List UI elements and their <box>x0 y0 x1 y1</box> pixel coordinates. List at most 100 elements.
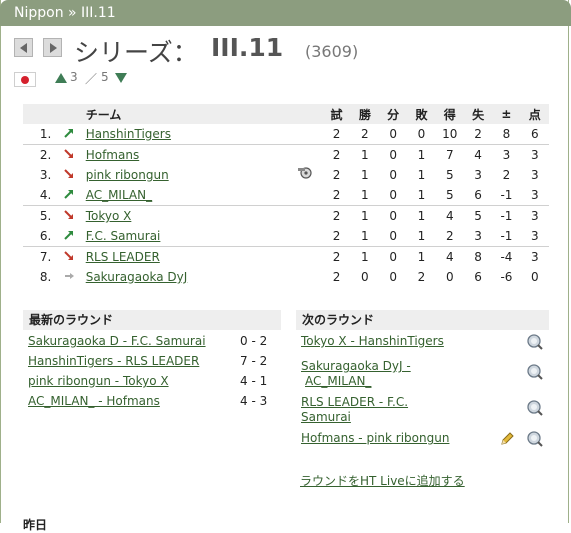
team-cell: pink ribongun <box>86 165 288 185</box>
next-button[interactable] <box>43 38 62 57</box>
position-cell: 8. <box>39 270 52 284</box>
icon-cell <box>288 267 322 287</box>
next-match-link-cont[interactable]: AC_MILAN_ <box>305 374 371 388</box>
goals-for-cell: 5 <box>445 168 454 182</box>
wins-cell: 1 <box>350 205 380 226</box>
trend-cell <box>51 226 85 247</box>
games-cell: 2 <box>332 168 341 182</box>
trend-cell <box>51 185 85 206</box>
next-match-link[interactable]: RLS LEADER - F.C. <box>301 395 408 409</box>
goal-diff-cell: 8 <box>502 127 511 141</box>
team-link[interactable]: F.C. Samurai <box>86 229 161 243</box>
team-link[interactable]: Tokyo X <box>86 209 132 223</box>
whistle-icon[interactable] <box>297 165 313 179</box>
team-cell: Tokyo X <box>85 205 288 226</box>
goals-against-cell: 3 <box>474 168 482 182</box>
magnifier-icon[interactable] <box>527 400 543 416</box>
table-row: 2. Hofmans 2 1 0 1 7 4 3 3 <box>23 144 549 165</box>
team-cell: HanshinTigers <box>86 124 288 145</box>
team-link[interactable]: RLS LEADER <box>86 250 160 264</box>
rank-down-icon[interactable] <box>115 73 127 83</box>
games-cell: 2 <box>332 188 341 202</box>
latest-match-link[interactable]: pink ribongun - Tokyo X <box>28 374 169 388</box>
games-cell: 2 <box>332 270 341 284</box>
arrow-right-icon <box>50 43 57 53</box>
draws-cell: 0 <box>379 144 408 165</box>
magnifier-icon[interactable] <box>527 364 543 380</box>
position-cell: 1. <box>39 127 52 141</box>
team-cell: Sakuragaoka DyJ <box>86 267 288 287</box>
breadcrumb[interactable]: Nippon » III.11 <box>0 0 571 26</box>
position-cell: 4. <box>39 188 52 202</box>
header-team: チーム <box>85 104 288 124</box>
japan-flag-icon[interactable] <box>14 72 36 87</box>
position-cell: 6. <box>39 229 52 243</box>
next-match-link-cont[interactable]: Samurai <box>301 410 351 424</box>
header-goal-diff: ± <box>492 104 521 124</box>
team-link[interactable]: AC_MILAN_ <box>86 188 152 202</box>
latest-match-score: 0 - 2 <box>240 334 268 348</box>
add-to-ht-live-link[interactable]: ラウンドをHT Liveに追加する <box>300 472 465 489</box>
goal-diff-cell: -1 <box>500 188 513 202</box>
trend-down-icon <box>63 210 73 219</box>
draws-cell: 0 <box>389 229 397 243</box>
team-link[interactable]: HanshinTigers <box>86 127 171 141</box>
table-row: 5. Tokyo X 2 1 0 1 4 5 -1 3 <box>23 205 549 226</box>
team-link[interactable]: Hofmans <box>86 148 140 162</box>
goal-diff-cell: -1 <box>492 205 521 226</box>
goal-diff-cell: -4 <box>492 246 521 267</box>
magnifier-icon[interactable] <box>527 431 543 447</box>
wins-cell: 0 <box>361 270 369 284</box>
team-link[interactable]: Sakuragaoka DyJ <box>86 270 188 284</box>
latest-round-panel: 最新のラウンド <box>23 310 281 330</box>
header-goals-against: 失 <box>463 104 493 124</box>
magnifier-icon[interactable] <box>527 334 543 350</box>
draws-cell: 0 <box>389 127 397 141</box>
losses-cell: 1 <box>407 246 436 267</box>
goals-against-cell: 4 <box>463 144 493 165</box>
losses-cell: 1 <box>417 168 426 182</box>
icon-cell <box>288 124 322 145</box>
goals-against-cell: 2 <box>474 127 482 141</box>
arrow-left-icon <box>20 43 27 53</box>
team-cell: F.C. Samurai <box>86 226 288 247</box>
points-cell: 3 <box>530 188 539 202</box>
latest-match-link[interactable]: HanshinTigers - RLS LEADER <box>28 354 199 368</box>
draws-cell: 0 <box>379 205 408 226</box>
rank-up-icon[interactable] <box>55 73 67 83</box>
losses-cell: 1 <box>417 229 426 243</box>
pencil-icon[interactable] <box>499 431 515 447</box>
latest-match-link[interactable]: Sakuragaoka D - F.C. Samurai <box>28 334 206 348</box>
trend-cell <box>51 165 85 185</box>
points-cell: 3 <box>520 246 549 267</box>
header-wins: 勝 <box>350 104 380 124</box>
team-cell: RLS LEADER <box>85 246 288 267</box>
trend-cell <box>51 124 85 145</box>
position-cell: 5. <box>23 205 52 226</box>
wins-cell: 1 <box>350 246 380 267</box>
team-link[interactable]: pink ribongun <box>86 168 169 182</box>
league-table: チーム 試 勝 分 敗 得 失 ± 点 1. HanshinTigers 2 2 0 0 1… <box>23 104 549 287</box>
icon-cell <box>288 226 322 247</box>
next-match-link[interactable]: Sakuragaoka DyJ - <box>301 359 411 373</box>
next-match-link[interactable]: Tokyo X - HanshinTigers <box>301 334 444 348</box>
draws-cell: 0 <box>389 168 397 182</box>
trend-down-icon <box>63 149 73 158</box>
trend-up-icon <box>63 190 73 199</box>
games-cell: 2 <box>332 229 341 243</box>
next-match-link[interactable]: Hofmans - pink ribongun <box>301 431 449 445</box>
position-cell: 2. <box>23 144 52 165</box>
points-cell: 3 <box>520 205 549 226</box>
wins-cell: 1 <box>361 229 369 243</box>
trend-cell <box>51 205 86 226</box>
points-cell: 3 <box>530 229 539 243</box>
latest-match-link[interactable]: AC_MILAN_ - Hofmans <box>28 394 160 408</box>
games-cell: 2 <box>322 144 351 165</box>
previous-button[interactable] <box>14 38 33 57</box>
games-cell: 2 <box>332 127 341 141</box>
games-cell: 2 <box>322 246 351 267</box>
rank-current: 3 <box>70 70 78 84</box>
yesterday-label: 昨日 <box>23 518 48 532</box>
draws-cell: 0 <box>389 188 397 202</box>
rank-separator: ／ <box>85 72 98 86</box>
